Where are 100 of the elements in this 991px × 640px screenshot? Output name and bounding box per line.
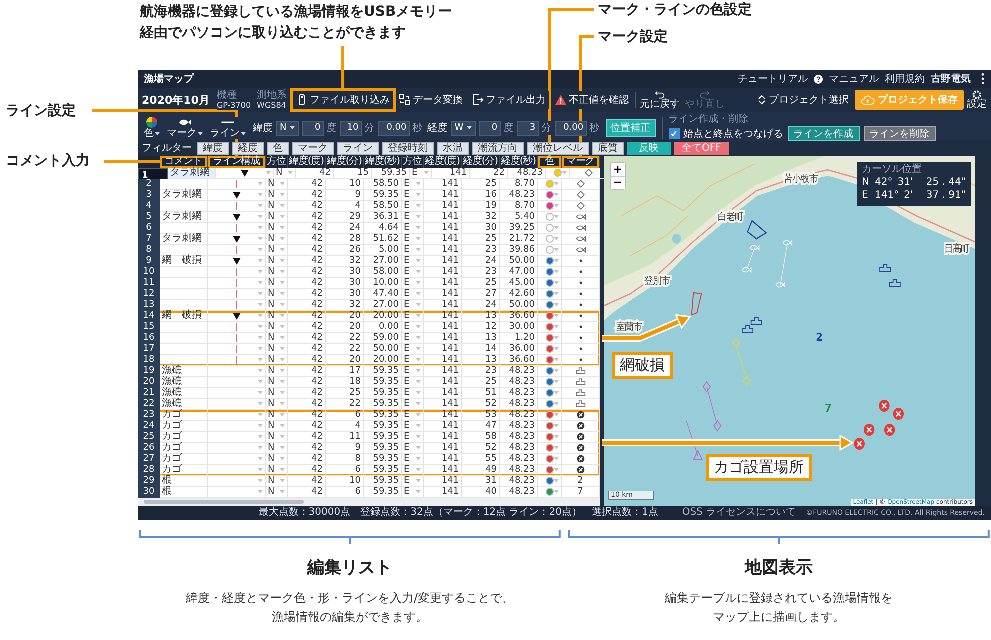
color-dot[interactable] (546, 367, 554, 375)
table-row[interactable]: 6 N 42 24 4.64 E 141 30 39.25 (138, 223, 600, 234)
table-row[interactable]: 15 N 42 20 0.00 E 141 12 30.00 (138, 322, 600, 333)
zoom-in-button[interactable]: + (611, 163, 625, 176)
create-line-button[interactable]: ラインを作成 (788, 126, 860, 141)
filter-button[interactable]: 色 (267, 142, 289, 154)
color-dot[interactable] (546, 455, 554, 463)
filter-button[interactable]: 底質 (592, 142, 624, 154)
table-row[interactable]: 4 N 42 4 58.50 E 141 19 8.70 (138, 201, 600, 212)
color-dot[interactable] (546, 268, 554, 276)
color-dot[interactable] (546, 477, 554, 485)
filter-button[interactable]: マーク (292, 142, 334, 154)
caret-icon[interactable] (466, 126, 472, 130)
table-row[interactable]: 11 N 42 30 10.00 E 141 25 45.00 (138, 278, 600, 289)
checkbox[interactable] (668, 128, 680, 139)
table-row[interactable]: 13 N 42 32 27.00 E 141 24 50.00 (138, 300, 600, 311)
color-dot[interactable] (546, 488, 554, 496)
filter-button[interactable]: 潮位レベル (527, 142, 589, 154)
table-row[interactable]: 3 タラ刺網 N 42 9 59.35 E 141 16 48.23 (138, 190, 600, 201)
color-dot[interactable] (546, 202, 554, 210)
table-row[interactable]: 14 網 破損 N 42 20 20.00 E 141 13 36.60 (138, 311, 600, 322)
coordinate-field[interactable]: 0 (302, 120, 324, 136)
table-row[interactable]: 25 カゴ N 42 11 59.35 E 141 58 48.23 (138, 432, 600, 443)
table-row[interactable]: 18 N 42 20 20.00 E 141 13 36.60 (138, 355, 600, 366)
color-dot[interactable] (546, 389, 554, 397)
filter-button[interactable]: 潮流方向 (472, 142, 524, 154)
user-name[interactable]: 古野電気 (931, 72, 971, 86)
direction-select[interactable]: N (276, 120, 299, 136)
color-dot[interactable] (546, 180, 554, 188)
color-dot[interactable] (546, 378, 554, 386)
color-dot[interactable] (546, 213, 554, 221)
table-row[interactable]: 27 カゴ N 42 8 59.35 E 141 55 48.23 (138, 454, 600, 465)
table-row[interactable]: 21 漁礁 N 42 25 59.35 E 141 51 48.23 (138, 388, 600, 399)
table-row[interactable]: 9 網 破損 N 42 32 27.00 E 141 24 50.00 (138, 256, 600, 267)
style-dropdown[interactable]: マーク (165, 117, 205, 139)
caret-icon[interactable] (241, 132, 246, 136)
column-header[interactable]: コメント (160, 156, 208, 168)
table-row[interactable]: 12 N 42 30 47.40 E 141 27 42.60 (138, 289, 600, 300)
column-header[interactable]: 色 (538, 156, 562, 168)
license-link[interactable]: OSS ライセンスについて (682, 507, 796, 519)
table-row[interactable]: 5 タラ刺網 N 42 29 36.31 E 141 32 5.40 (138, 212, 600, 223)
table-row[interactable]: 10 N 42 30 58.00 E 141 23 47.00 (138, 267, 600, 278)
color-dot[interactable] (546, 301, 554, 309)
color-dot[interactable] (546, 411, 554, 419)
settings-button[interactable]: 設定 (967, 90, 987, 110)
table-row[interactable]: 26 カゴ N 42 9 59.35 E 141 52 48.23 (138, 443, 600, 454)
toolbar-button[interactable]: ファイル取り込み (293, 91, 394, 109)
style-dropdown[interactable]: ライン (208, 117, 248, 139)
table-row[interactable]: 28 カゴ N 42 6 59.35 E 141 49 48.23 (138, 465, 600, 476)
header-link[interactable]: 利用規約 (885, 72, 925, 86)
color-dot[interactable] (546, 235, 554, 243)
caret-icon[interactable] (155, 132, 160, 136)
coordinate-field[interactable]: 0 (478, 120, 501, 136)
zoom-out-button[interactable]: − (611, 176, 625, 189)
color-dot[interactable] (546, 400, 554, 408)
horizontal-scrollbar[interactable] (138, 498, 600, 506)
color-dot[interactable] (546, 279, 554, 287)
color-dot[interactable] (546, 191, 554, 199)
delete-line-button[interactable]: ラインを削除 (864, 126, 936, 141)
column-header[interactable]: ライン構成 (208, 156, 266, 168)
table-row[interactable]: 23 カゴ N 42 6 59.35 E 141 53 48.23 (138, 410, 600, 421)
table-row[interactable]: 19 漁礁 N 42 17 59.35 E 141 23 48.23 (138, 366, 600, 377)
coordinate-field[interactable]: 10 (340, 120, 362, 136)
filter-button[interactable]: 水温 (437, 142, 469, 154)
more-menu-icon[interactable] (981, 73, 985, 85)
table-row[interactable]: 7 タラ刺網 N 42 28 51.62 E 141 25 21.72 (138, 234, 600, 245)
color-dot[interactable] (546, 312, 554, 320)
color-dot[interactable] (546, 345, 554, 353)
table-row[interactable]: 20 漁礁 N 42 18 59.35 E 141 25 48.23 (138, 377, 600, 388)
filter-button[interactable]: 登録時刻 (382, 142, 434, 154)
table-row[interactable]: 24 カゴ N 42 4 59.35 E 141 47 48.23 (138, 421, 600, 432)
direction-select[interactable]: W (450, 120, 476, 136)
scroll-thumb[interactable] (144, 500, 304, 504)
table-row[interactable]: 17 N 42 22 50.00 E 141 14 36.00 (138, 344, 600, 355)
color-dot[interactable] (546, 334, 554, 342)
filter-button[interactable]: 緯度 (197, 142, 229, 154)
color-dot[interactable] (546, 323, 554, 331)
caret-icon[interactable] (290, 126, 295, 130)
filter-button[interactable]: ライン (337, 142, 379, 154)
table-row[interactable]: 8 N 42 26 5.00 E 141 23 39.86 (138, 245, 600, 256)
color-dot[interactable] (546, 257, 554, 265)
color-dot[interactable] (546, 466, 554, 474)
coordinate-field[interactable]: 0.00 (378, 120, 410, 136)
color-dot[interactable] (546, 444, 554, 452)
color-dot[interactable] (546, 433, 554, 441)
table-row[interactable]: 16 N 42 22 59.00 E 141 13 1.20 (138, 333, 600, 344)
coordinate-field[interactable]: 0.00 (554, 120, 587, 136)
caret-icon[interactable] (198, 132, 203, 136)
table-row[interactable]: 29 根 N 42 10 59.35 E 141 31 48.23 2 (138, 476, 600, 487)
manual-link[interactable]: マニュアル (829, 72, 879, 86)
table-row[interactable]: 22 漁礁 N 42 22 59.35 E 141 52 48.23 (138, 399, 600, 410)
color-dot[interactable] (554, 169, 562, 177)
comment-cell[interactable]: タラ刺網 (168, 168, 216, 179)
coordinate-field[interactable]: 3 (516, 120, 539, 136)
color-dot[interactable] (546, 246, 554, 254)
table-row[interactable]: 30 根 N 42 6 59.35 E 141 40 48.23 7 (138, 487, 600, 498)
color-dot[interactable] (546, 356, 554, 364)
color-dot[interactable] (546, 422, 554, 430)
style-dropdown[interactable]: 色 (142, 117, 162, 139)
header-link[interactable]: チュートリアル (738, 72, 808, 86)
